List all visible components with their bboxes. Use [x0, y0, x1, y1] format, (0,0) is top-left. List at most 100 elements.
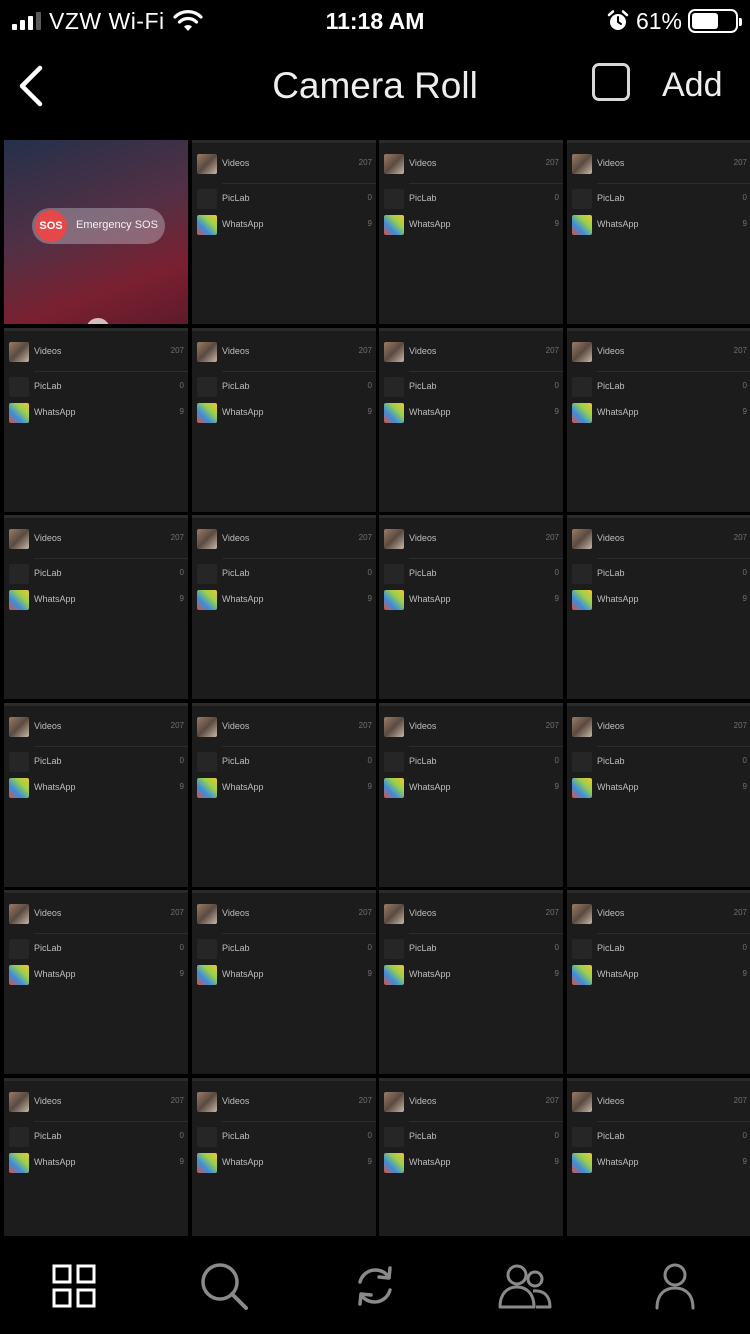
- album-name: PicLab: [222, 943, 250, 953]
- album-thumbnail: [384, 965, 404, 985]
- tab-profile[interactable]: [645, 1258, 705, 1314]
- photo-tile[interactable]: Videos 207 PicLab 0 WhatsApp 9: [192, 328, 376, 512]
- album-row: PicLab 0: [567, 564, 750, 590]
- photo-tile[interactable]: Videos 207 PicLab 0 WhatsApp 9: [379, 890, 563, 1074]
- album-thumbnail: [197, 564, 217, 584]
- photo-tile[interactable]: Videos 207 PicLab 0 WhatsApp 9: [567, 515, 750, 699]
- photo-tile[interactable]: Videos 207 PicLab 0 WhatsApp 9: [4, 1078, 188, 1236]
- photo-tile[interactable]: Videos 207 PicLab 0 WhatsApp 9: [567, 703, 750, 887]
- album-count: 207: [170, 721, 184, 730]
- album-thumbnail: [197, 403, 217, 423]
- photo-tile[interactable]: Videos 207 PicLab 0 WhatsApp 9: [379, 140, 563, 324]
- album-thumbnail: [9, 1127, 29, 1147]
- album-thumbnail: [572, 778, 592, 798]
- album-thumbnail: [197, 377, 217, 397]
- album-row: PicLab 0: [192, 939, 376, 965]
- photo-tile[interactable]: Videos 207 PicLab 0 WhatsApp 9: [567, 328, 750, 512]
- album-thumbnail: [384, 1127, 404, 1147]
- album-name: WhatsApp: [409, 407, 451, 417]
- photo-tile[interactable]: Videos 207 PicLab 0 WhatsApp 9: [567, 890, 750, 1074]
- album-name: WhatsApp: [34, 969, 76, 979]
- photo-tile[interactable]: Videos 207 PicLab 0 WhatsApp 9: [379, 703, 563, 887]
- album-count: 207: [733, 346, 747, 355]
- album-thumbnail: [572, 564, 592, 584]
- album-name: WhatsApp: [222, 407, 264, 417]
- grid-icon: [52, 1264, 96, 1308]
- photo-tile[interactable]: Videos 207 PicLab 0 WhatsApp 9: [192, 703, 376, 887]
- album-thumbnail: [384, 752, 404, 772]
- album-row: PicLab 0: [379, 564, 563, 590]
- album-name: WhatsApp: [409, 782, 451, 792]
- album-row: PicLab 0: [379, 752, 563, 778]
- album-count: 0: [554, 1131, 559, 1140]
- tab-sync[interactable]: [345, 1258, 405, 1314]
- add-button[interactable]: Add: [662, 64, 723, 106]
- album-thumbnail: [384, 939, 404, 959]
- photo-tile[interactable]: Videos 207 PicLab 0 WhatsApp 9: [4, 703, 188, 887]
- album-thumbnail: [572, 189, 592, 209]
- album-row: WhatsApp 9: [379, 1153, 563, 1179]
- photo-tile[interactable]: Videos 207 PicLab 0 WhatsApp 9: [192, 515, 376, 699]
- photo-tile[interactable]: Videos 207 PicLab 0 WhatsApp 9: [4, 328, 188, 512]
- photo-tile[interactable]: SOS Emergency SOS: [4, 140, 188, 324]
- album-name: PicLab: [409, 381, 437, 391]
- album-thumbnail: [197, 904, 217, 924]
- album-row: WhatsApp 9: [567, 965, 750, 991]
- tab-search[interactable]: [194, 1258, 254, 1314]
- photo-tile[interactable]: Videos 207 PicLab 0 WhatsApp 9: [192, 1078, 376, 1236]
- album-row: WhatsApp 9: [192, 590, 376, 616]
- tab-grid[interactable]: [44, 1258, 104, 1314]
- album-count: 0: [367, 756, 372, 765]
- album-name: WhatsApp: [34, 1157, 76, 1167]
- select-all-checkbox[interactable]: [592, 63, 630, 101]
- album-name: Videos: [34, 346, 62, 356]
- album-name: Videos: [34, 533, 62, 543]
- album-count: 9: [367, 1157, 372, 1166]
- album-thumbnail: [572, 377, 592, 397]
- photo-tile[interactable]: Videos 207 PicLab 0 WhatsApp 9: [567, 140, 750, 324]
- photo-tile[interactable]: Videos 207 PicLab 0 WhatsApp 9: [567, 1078, 750, 1236]
- photo-tile[interactable]: Videos 207 PicLab 0 WhatsApp 9: [379, 515, 563, 699]
- album-row: Videos 207: [567, 717, 750, 743]
- sync-icon: [358, 1266, 392, 1306]
- album-row: PicLab 0: [379, 377, 563, 403]
- album-count: 207: [733, 721, 747, 730]
- photo-tile[interactable]: Videos 207 PicLab 0 WhatsApp 9: [192, 140, 376, 324]
- album-thumbnail: [9, 1153, 29, 1173]
- album-count: 0: [367, 193, 372, 202]
- album-name: PicLab: [409, 193, 437, 203]
- photo-tile[interactable]: Videos 207 PicLab 0 WhatsApp 9: [4, 890, 188, 1074]
- album-name: Videos: [34, 1096, 62, 1106]
- album-row: PicLab 0: [567, 752, 750, 778]
- photo-tile[interactable]: Videos 207 PicLab 0 WhatsApp 9: [192, 890, 376, 1074]
- album-name: WhatsApp: [597, 782, 639, 792]
- album-count: 207: [358, 533, 372, 542]
- album-thumbnail: [197, 752, 217, 772]
- album-name: PicLab: [597, 193, 625, 203]
- album-row: Videos 207: [192, 1092, 376, 1118]
- album-thumbnail: [9, 342, 29, 362]
- album-count: 207: [358, 908, 372, 917]
- search-icon: [201, 1263, 248, 1310]
- album-name: PicLab: [222, 756, 250, 766]
- album-thumbnail: [384, 1092, 404, 1112]
- photo-tile[interactable]: Videos 207 PicLab 0 WhatsApp 9: [4, 515, 188, 699]
- album-thumbnail: [384, 1153, 404, 1173]
- album-count: 9: [367, 407, 372, 416]
- album-row: Videos 207: [379, 154, 563, 180]
- album-name: PicLab: [597, 1131, 625, 1141]
- album-row: WhatsApp 9: [379, 403, 563, 429]
- tab-people[interactable]: [495, 1258, 555, 1314]
- album-thumbnail: [197, 1153, 217, 1173]
- album-name: Videos: [222, 533, 250, 543]
- photo-tile[interactable]: Videos 207 PicLab 0 WhatsApp 9: [379, 1078, 563, 1236]
- photo-tile[interactable]: Videos 207 PicLab 0 WhatsApp 9: [379, 328, 563, 512]
- album-count: 9: [742, 407, 747, 416]
- album-row: Videos 207: [567, 154, 750, 180]
- album-name: PicLab: [597, 568, 625, 578]
- album-name: WhatsApp: [222, 594, 264, 604]
- album-thumbnail: [384, 154, 404, 174]
- album-count: 207: [170, 1096, 184, 1105]
- album-count: 0: [742, 568, 747, 577]
- album-name: Videos: [409, 1096, 437, 1106]
